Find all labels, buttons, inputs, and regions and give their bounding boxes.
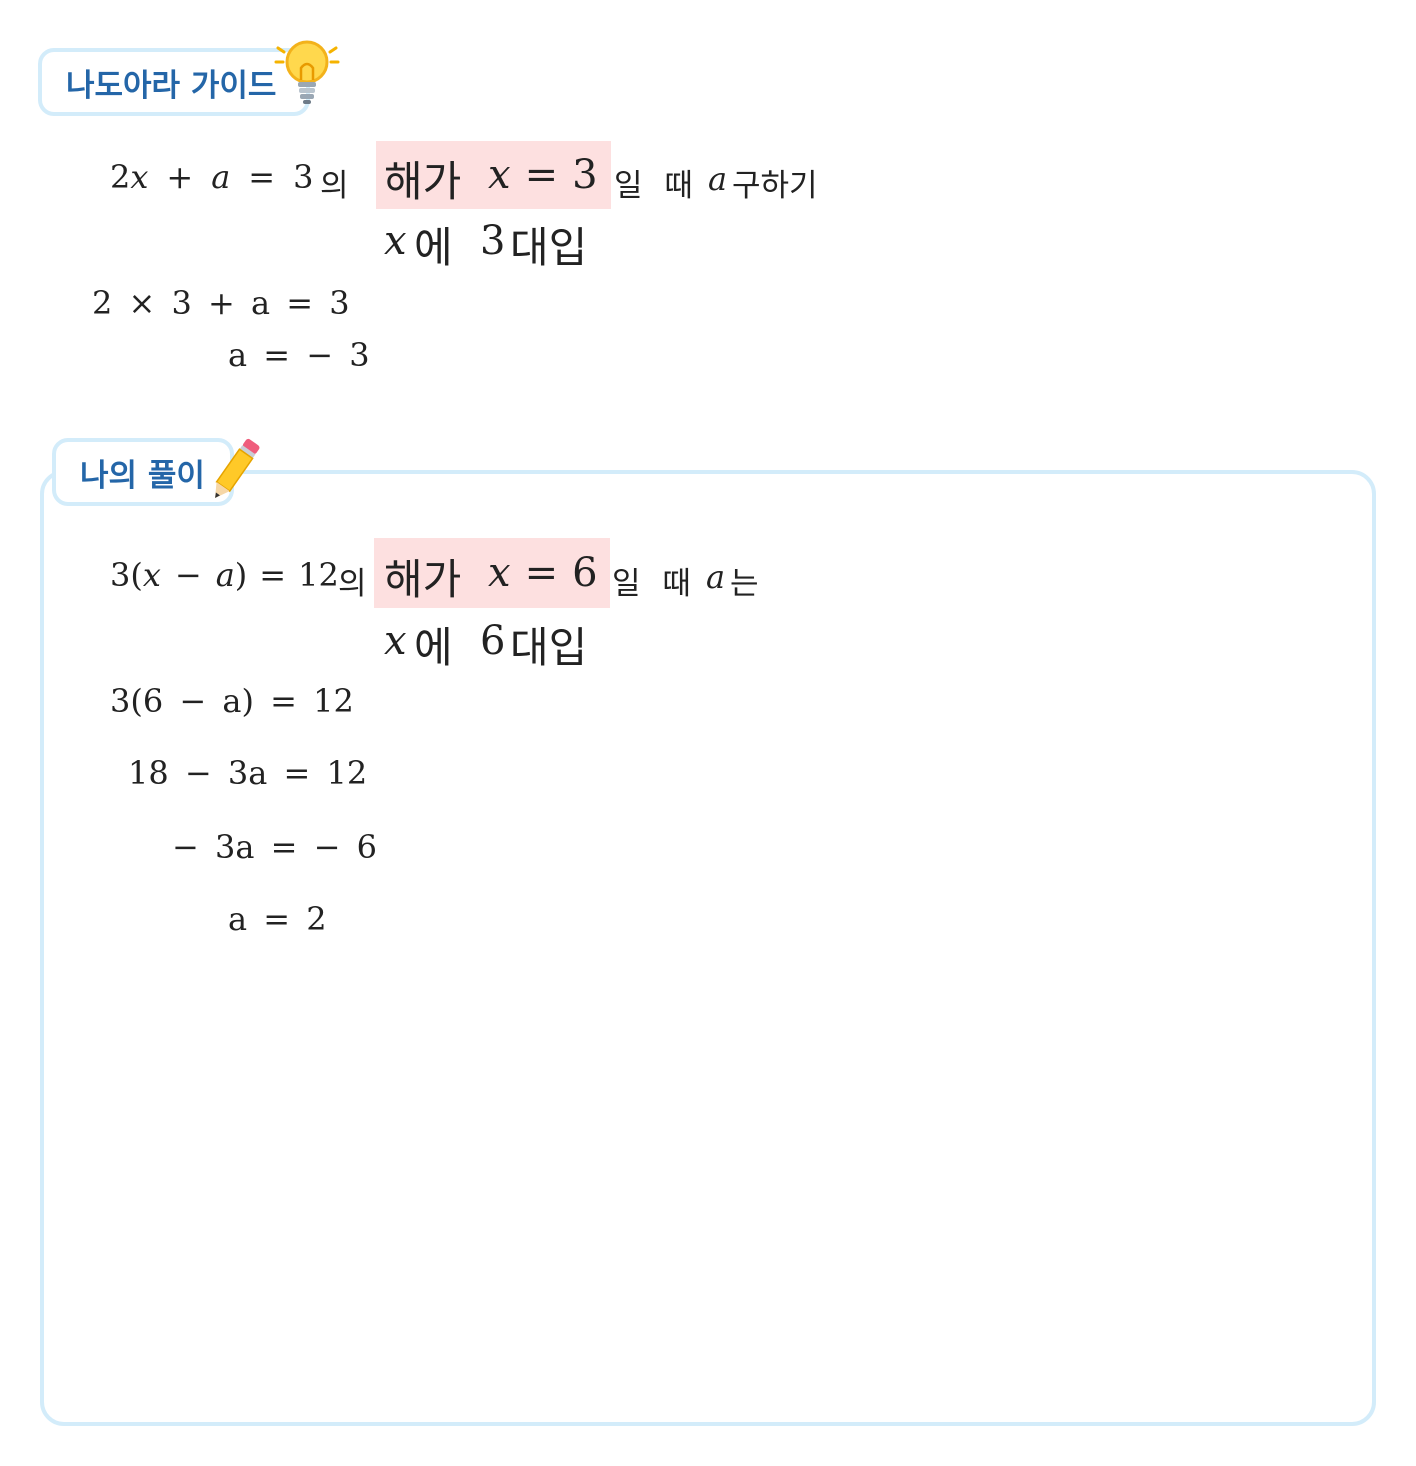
- guide-after: 일 때: [614, 168, 693, 204]
- solution-goal: 는: [730, 566, 759, 602]
- guide-sub-num: 3: [480, 218, 506, 264]
- guide-sub-w1: 에: [414, 223, 453, 272]
- solution-eq-suffix: 의: [338, 566, 367, 602]
- solution-sub-w1: 에: [414, 623, 453, 672]
- solution-equation: 3(x − a) = 12: [110, 556, 339, 594]
- solution-sub-var: x: [384, 618, 407, 664]
- pencil-icon: [215, 438, 260, 499]
- guide-equation: 2x + a = 3: [110, 158, 314, 196]
- guide-sub-w2: 대입: [510, 223, 588, 272]
- guide-tab: 나도아라 가이드: [38, 48, 310, 116]
- solution-condition: x = 6: [488, 550, 598, 596]
- guide-goal: 구하기: [732, 168, 818, 204]
- solution-step: 3(6 − a) = 12: [110, 682, 354, 720]
- solution-title: 나의 풀이: [80, 457, 205, 494]
- lightbulb-icon: [274, 40, 340, 104]
- solution-highlight-word: 해가: [384, 555, 462, 604]
- guide-var: a: [708, 160, 728, 198]
- guide-sub-var: x: [384, 218, 407, 264]
- solution-panel: [40, 470, 1376, 1426]
- guide-title: 나도아라 가이드: [66, 67, 277, 104]
- solution-var: a: [706, 558, 726, 596]
- guide-step: 2 × 3 + a = 3: [92, 284, 350, 322]
- guide-highlight-word: 해가: [384, 157, 462, 206]
- solution-step: 18 − 3a = 12: [128, 754, 368, 792]
- guide-step: a = − 3: [228, 336, 370, 374]
- solution-sub-w2: 대입: [510, 623, 588, 672]
- solution-after: 일 때: [612, 566, 691, 602]
- solution-step: a = 2: [228, 900, 327, 938]
- solution-sub-num: 6: [480, 618, 506, 664]
- guide-condition: x = 3: [488, 152, 598, 198]
- guide-eq-suffix: 의: [320, 168, 349, 204]
- solution-step: − 3a = − 6: [172, 828, 377, 866]
